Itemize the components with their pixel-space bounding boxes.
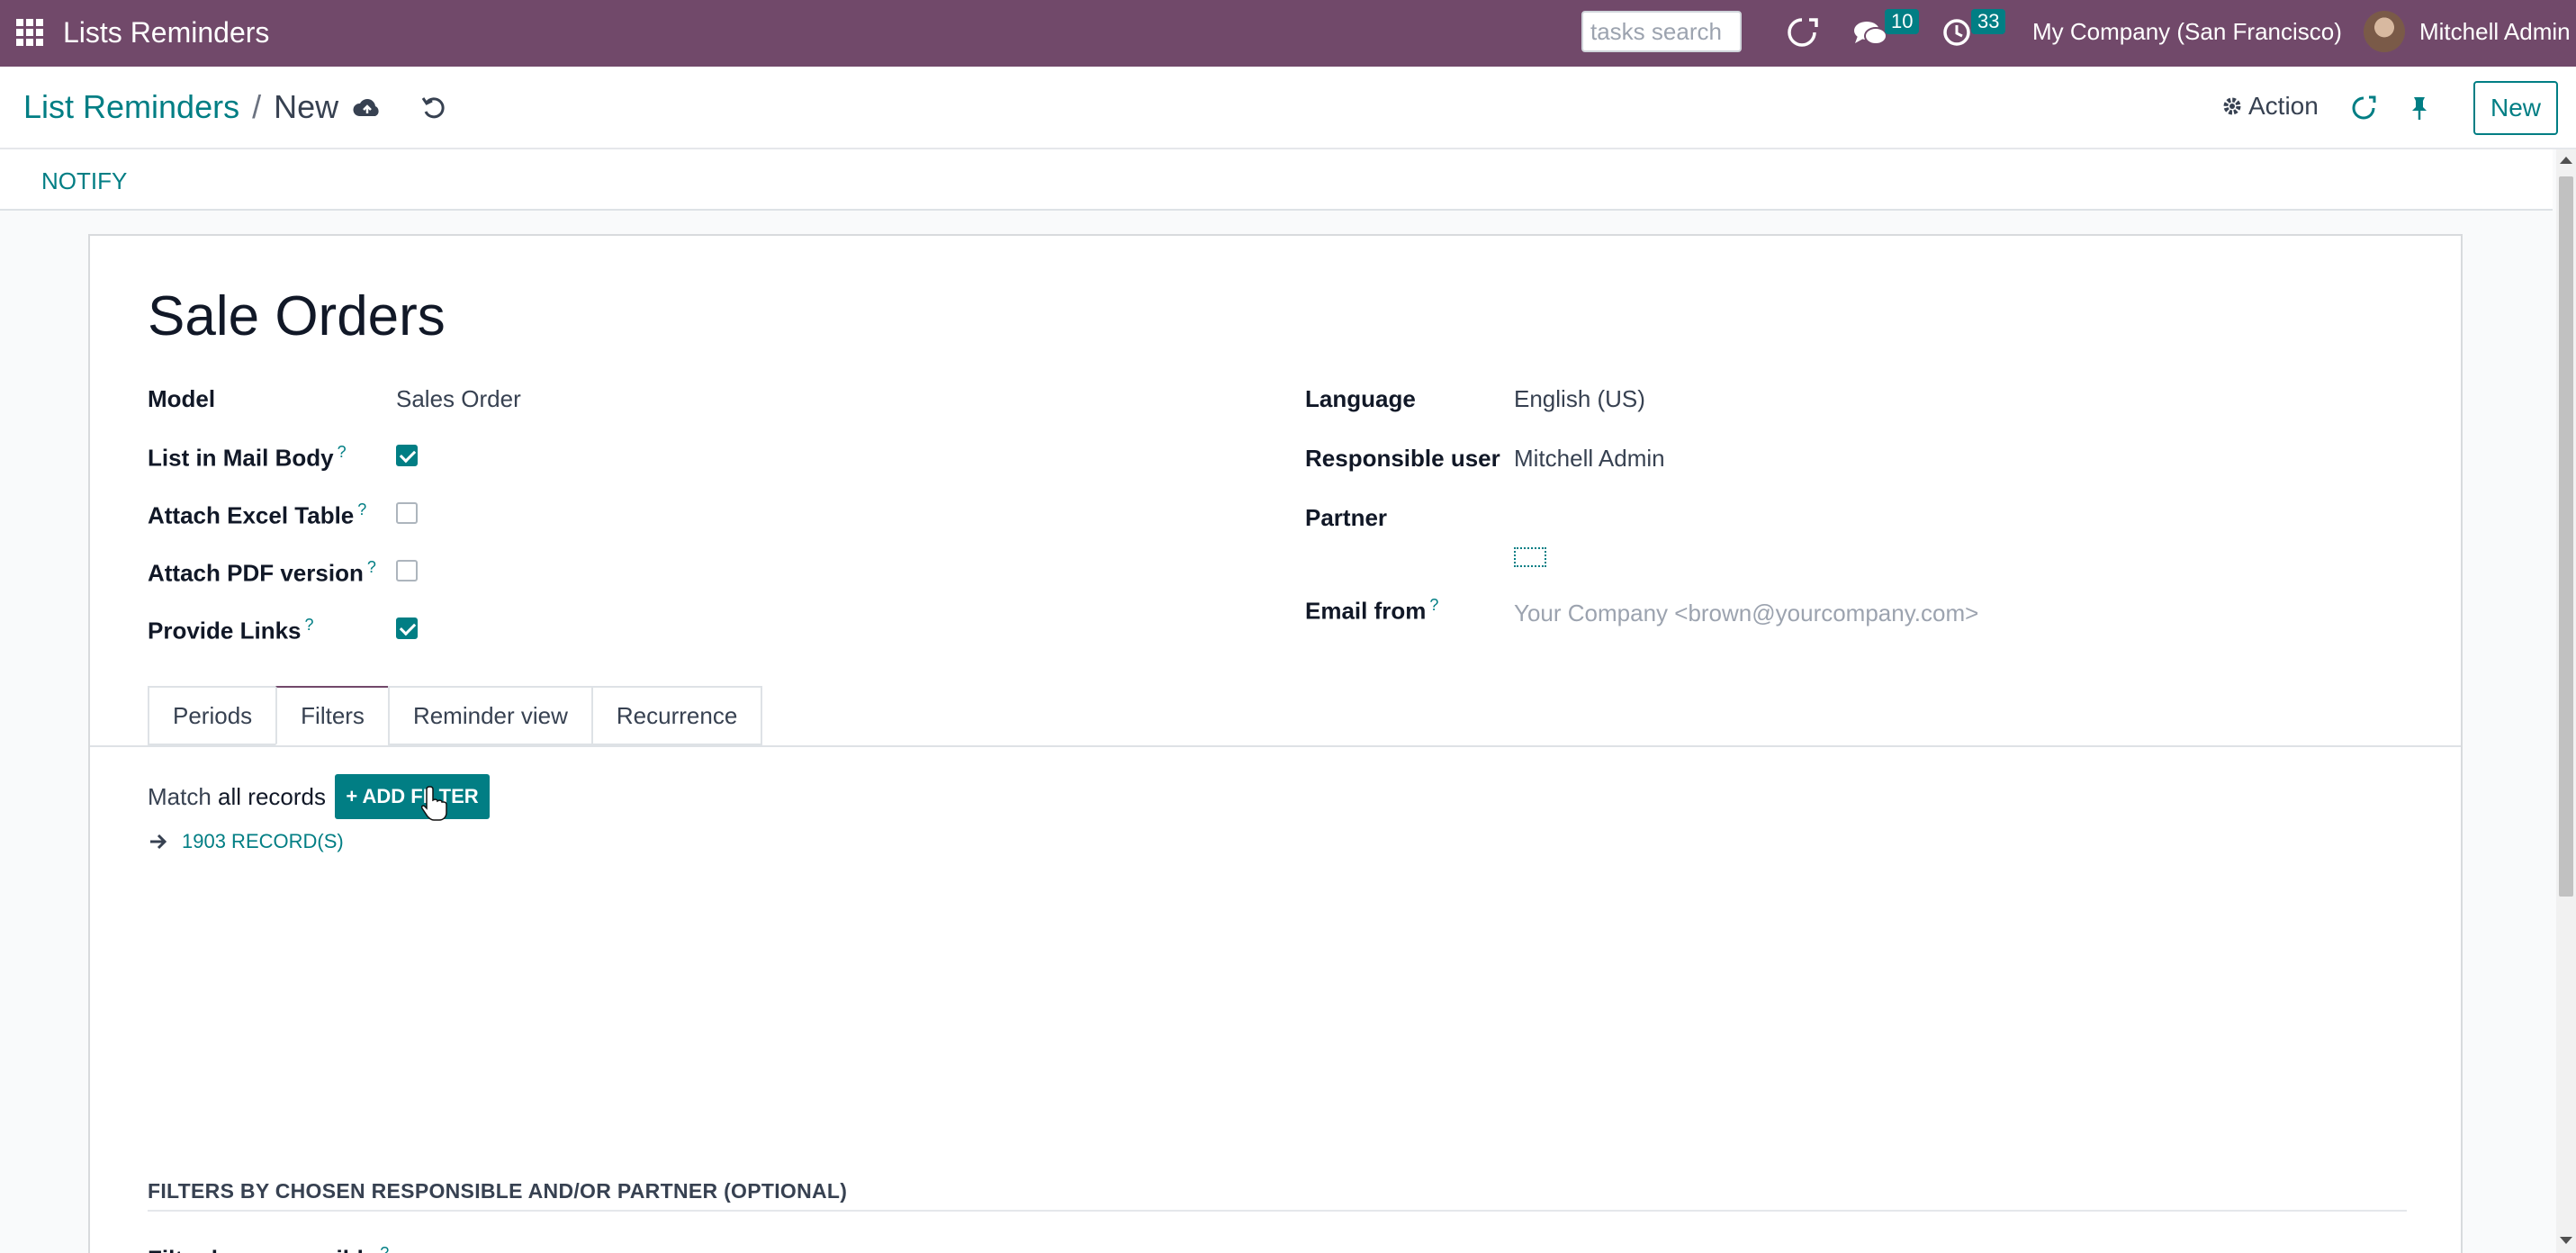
list-in-mail-body-label-text: List in Mail Body [148, 444, 334, 472]
help-tooltip-icon[interactable]: ? [1429, 596, 1438, 614]
partner-label-text: Partner [1305, 504, 1388, 531]
section-divider [148, 1210, 2407, 1212]
top-navbar: Lists Reminders 10 33 My Company (San Fr… [0, 0, 2576, 67]
email-from-label: Email from? [1305, 596, 1438, 626]
section-title-responsible-partner-filters: FILTERS BY CHOSEN RESPONSIBLE AND/OR PAR… [148, 1179, 848, 1203]
apps-menu-icon[interactable] [16, 19, 43, 46]
tabs-divider [90, 745, 2461, 747]
domain-match-text: Match all records [148, 783, 326, 811]
tab-filters[interactable]: Filters [275, 686, 388, 745]
scroll-up-arrow-icon[interactable] [2560, 157, 2572, 164]
breadcrumb-current: New [274, 88, 339, 125]
attach-pdf-version-checkbox[interactable] [396, 560, 418, 581]
app-title[interactable]: Lists Reminders [63, 16, 269, 50]
add-filter-button[interactable]: + ADD FILTER [335, 774, 490, 819]
company-switcher[interactable]: My Company (San Francisco) [2032, 18, 2342, 46]
hand-pointer-cursor-icon [421, 786, 447, 821]
list-in-mail-body-label: List in Mail Body? [148, 443, 347, 473]
refresh-icon[interactable] [1782, 13, 1822, 52]
help-tooltip-icon[interactable]: ? [338, 443, 347, 461]
match-prefix: Match [148, 783, 212, 810]
email-from-input[interactable]: Your Company <brown@yourcompany.com> [1514, 599, 1978, 627]
match-scope: all records [218, 783, 326, 810]
language-select[interactable]: English (US) [1514, 385, 1645, 413]
model-value: Sales Order [396, 385, 521, 412]
page-scrollbar[interactable] [2556, 149, 2576, 1253]
discard-undo-icon[interactable] [418, 92, 450, 124]
language-label-text: Language [1305, 385, 1416, 412]
arrow-right-icon [150, 834, 167, 850]
notebook-tabs: Periods Filters Reminder view Recurrence [148, 686, 763, 745]
help-tooltip-icon[interactable]: ? [305, 616, 314, 634]
scroll-thumb[interactable] [2559, 176, 2573, 897]
tab-reminder-view[interactable]: Reminder view [387, 686, 591, 745]
attach-pdf-version-label: Attach PDF version? [148, 558, 376, 588]
notify-button[interactable]: NOTIFY [41, 167, 127, 195]
control-panel: List Reminders / New Action New [0, 67, 2576, 149]
filter-by-responsible-label: Filter by responsible? [148, 1244, 389, 1253]
filter-by-responsible-label-text: Filter by responsible [148, 1246, 376, 1253]
scroll-down-arrow-icon[interactable] [2560, 1237, 2572, 1244]
responsible-user-label: Responsible user [1305, 445, 1500, 473]
record-name-field[interactable]: Sale Orders [148, 284, 446, 348]
model-label: Model [148, 385, 215, 413]
records-count-row[interactable]: 1903 RECORD(S) [148, 830, 344, 853]
help-tooltip-icon[interactable]: ? [367, 558, 376, 576]
new-record-button[interactable]: New [2473, 81, 2558, 135]
refresh-icon[interactable] [2347, 92, 2380, 124]
user-menu[interactable]: Mitchell Admin [2419, 18, 2571, 46]
attach-excel-table-label: Attach Excel Table? [148, 500, 366, 530]
form-sheet: Sale Orders Model Sales Order List in Ma… [88, 234, 2463, 1253]
breadcrumb-parent-link[interactable]: List Reminders [23, 88, 239, 126]
attach-excel-table-label-text: Attach Excel Table [148, 501, 355, 529]
tasks-search-input[interactable] [1581, 11, 1742, 52]
model-label-text: Model [148, 385, 216, 412]
provide-links-checkbox[interactable] [396, 617, 418, 639]
responsible-user-select[interactable]: Mitchell Admin [1514, 445, 1665, 473]
tab-periods[interactable]: Periods [148, 686, 276, 745]
provide-links-label-text: Provide Links [148, 617, 302, 645]
language-label: Language [1305, 385, 1416, 413]
user-avatar[interactable] [2364, 11, 2405, 52]
help-tooltip-icon[interactable]: ? [357, 500, 366, 518]
action-menu-button[interactable]: Action [2221, 92, 2319, 121]
attach-excel-table-checkbox[interactable] [396, 502, 418, 524]
breadcrumb-separator: / [252, 88, 262, 125]
action-label: Action [2248, 92, 2319, 120]
email-from-label-text: Email from [1305, 597, 1427, 625]
attach-pdf-version-label-text: Attach PDF version [148, 559, 364, 587]
breadcrumb: List Reminders / New [23, 88, 338, 126]
partner-label: Partner [1305, 504, 1387, 532]
list-in-mail-body-checkbox[interactable] [396, 445, 418, 466]
form-statusbar: NOTIFY [0, 149, 2553, 211]
help-tooltip-icon[interactable]: ? [380, 1244, 389, 1253]
pin-icon[interactable] [2403, 92, 2436, 124]
messages-count-badge: 10 [1885, 9, 1920, 34]
tab-recurrence[interactable]: Recurrence [590, 686, 763, 745]
partner-input[interactable] [1514, 547, 1546, 567]
activities-count-badge: 33 [1971, 9, 2006, 34]
records-count-link[interactable]: 1903 RECORD(S) [182, 830, 344, 853]
responsible-user-label-text: Responsible user [1305, 445, 1500, 472]
provide-links-label: Provide Links? [148, 616, 314, 645]
gear-icon [2223, 97, 2241, 115]
save-cloud-icon[interactable] [351, 92, 383, 124]
